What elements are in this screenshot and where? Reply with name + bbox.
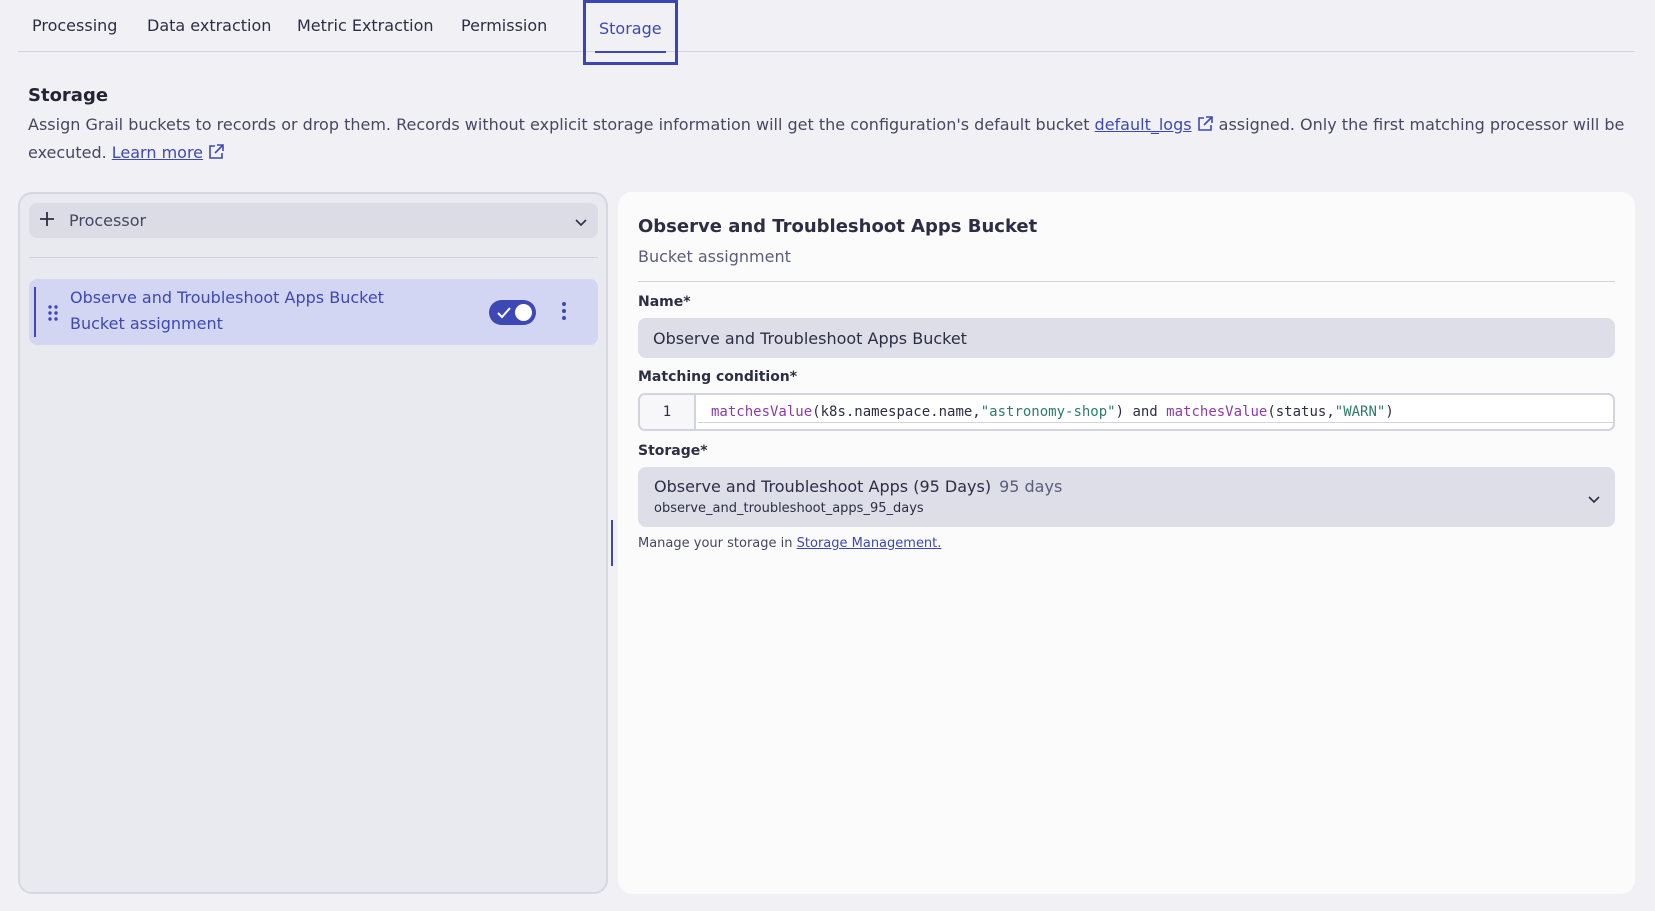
storage-management-link[interactable]: Storage Management. (797, 536, 942, 551)
drag-handle-icon[interactable] (47, 304, 59, 326)
page-title: Storage (28, 85, 109, 106)
tab-bar: Processing Data extraction Metric Extrac… (18, 0, 1635, 65)
processor-item-subtitle: Bucket assignment (70, 314, 223, 333)
code-args: (status, (1267, 404, 1335, 420)
tab-metric-extraction[interactable]: Metric Extraction (297, 0, 434, 52)
storage-bucket-id: observe_and_troubleshoot_apps_95_days (654, 501, 924, 516)
active-tab-indicator (595, 51, 666, 53)
description-text-1: Assign Grail buckets to records or drop … (28, 115, 1095, 134)
tab-permission[interactable]: Permission (461, 0, 547, 52)
code-args: (k8s.namespace.name, (812, 404, 981, 420)
matching-condition-editor[interactable]: 1 matchesValue(k8s.namespace.name,"astro… (638, 393, 1615, 431)
check-icon (496, 305, 512, 324)
default-bucket-link[interactable]: default_logs (1095, 115, 1192, 134)
toggle-knob (515, 304, 532, 321)
condition-code-line[interactable]: matchesValue(k8s.namespace.name,"astrono… (711, 395, 1394, 429)
manage-storage-text: Manage your storage in (638, 536, 797, 551)
tab-storage[interactable]: Storage (583, 0, 678, 65)
divider (638, 281, 1615, 282)
processor-list-panel: Processor Observe and Troubleshoot Apps … (18, 192, 608, 894)
plus-icon (38, 210, 56, 232)
manage-storage-hint: Manage your storage in Storage Managemen… (638, 536, 941, 551)
name-label: Name* (638, 294, 691, 310)
code-close: ) (1385, 404, 1394, 420)
code-function: matchesValue (711, 404, 813, 420)
code-string: "WARN" (1334, 404, 1386, 420)
line-number: 1 (640, 395, 696, 429)
panel-resize-handle[interactable] (611, 520, 613, 566)
chevron-down-icon (1587, 491, 1601, 510)
storage-selected-value: Observe and Troubleshoot Apps (95 Days) 9… (654, 477, 1062, 496)
learn-more-link[interactable]: Learn more (112, 143, 203, 162)
storage-retention: 95 days (999, 477, 1063, 496)
storage-label: Storage* (638, 443, 708, 459)
name-field[interactable] (638, 318, 1615, 358)
processor-item-title: Observe and Troubleshoot Apps Bucket (70, 288, 384, 307)
external-link-icon[interactable] (207, 143, 225, 168)
storage-select[interactable]: Observe and Troubleshoot Apps (95 Days) 9… (638, 467, 1615, 527)
chevron-down-icon (574, 214, 588, 233)
processor-detail-panel: Observe and Troubleshoot Apps Bucket Buc… (618, 192, 1635, 894)
tab-processing[interactable]: Processing (32, 0, 117, 52)
tab-data-extraction[interactable]: Data extraction (147, 0, 271, 52)
matching-condition-label: Matching condition* (638, 369, 798, 385)
processor-item[interactable]: Observe and Troubleshoot Apps Bucket Buc… (29, 279, 598, 345)
external-link-icon[interactable] (1196, 115, 1214, 140)
processor-enabled-toggle[interactable] (489, 300, 536, 325)
detail-title: Observe and Troubleshoot Apps Bucket (638, 216, 1038, 237)
add-processor-label: Processor (69, 211, 147, 230)
tab-storage-label: Storage (599, 19, 662, 38)
code-string: "astronomy-shop" (980, 404, 1116, 420)
selected-indicator (34, 287, 36, 337)
detail-subtitle: Bucket assignment (638, 247, 791, 266)
more-options-icon[interactable] (561, 301, 567, 325)
storage-name: Observe and Troubleshoot Apps (95 Days) (654, 477, 992, 496)
add-processor-dropdown[interactable]: Processor (29, 203, 598, 238)
divider (29, 257, 598, 258)
code-operator: ) and (1115, 404, 1167, 420)
page-description: Assign Grail buckets to records or drop … (28, 112, 1628, 168)
code-function: matchesValue (1166, 404, 1268, 420)
